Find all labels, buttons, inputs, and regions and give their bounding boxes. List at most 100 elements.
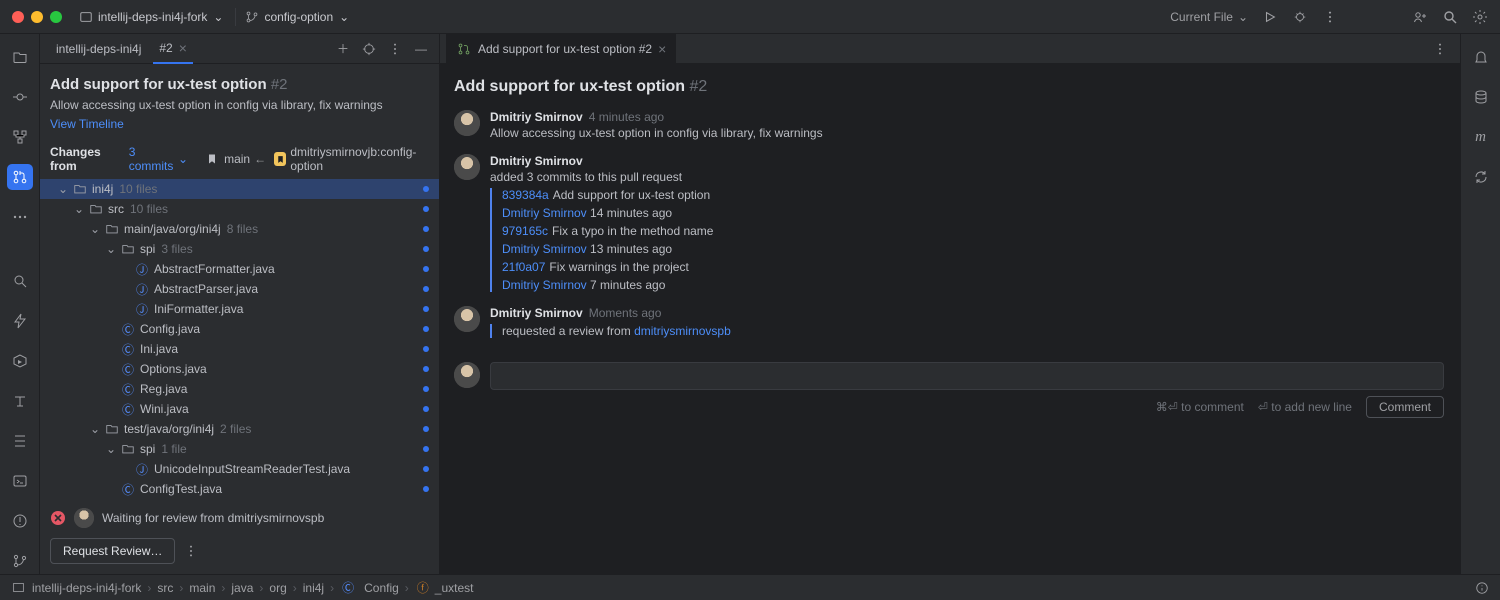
commits-dropdown[interactable]: 3 commits <box>129 145 188 173</box>
breadcrumb-item[interactable]: ini4j <box>303 581 324 595</box>
editor-tab-label: Add support for ux-test option #2 <box>478 42 652 56</box>
add-icon[interactable]: ＋ <box>335 41 351 57</box>
tree-folder[interactable]: ⌄test/java/org/ini4j2 files <box>40 419 439 439</box>
zoom-window[interactable] <box>50 11 62 23</box>
folder-icon <box>104 221 120 237</box>
maven-icon[interactable]: m <box>1468 124 1494 150</box>
pr-title-text: Add support for ux-test option <box>50 76 267 93</box>
minimize-window[interactable] <box>31 11 43 23</box>
pr-number: #2 <box>271 76 288 93</box>
tree-file[interactable]: ⒸConfig.java <box>40 319 439 339</box>
folder-icon <box>72 181 88 197</box>
breadcrumb-item[interactable]: src <box>157 581 173 595</box>
tree-folder[interactable]: ⌄ini4j10 files <box>40 179 439 199</box>
more-icon[interactable] <box>1432 41 1448 57</box>
breadcrumb-item[interactable]: ⓕ_uxtest <box>415 580 474 596</box>
reviewer-link[interactable]: dmitriysmirnovspb <box>634 324 731 338</box>
activity-review-request: Dmitriy SmirnovMoments ago requested a r… <box>454 306 1444 338</box>
pull-request-icon <box>456 41 472 57</box>
comment-hints: ⌘⏎ to comment ⏎ to add new line Comment <box>454 396 1444 418</box>
request-review-button[interactable]: Request Review… <box>50 538 175 564</box>
more-icon[interactable] <box>387 41 403 57</box>
structure-tool-icon[interactable] <box>7 124 33 150</box>
tree-file[interactable]: ⒸReg.java <box>40 379 439 399</box>
tree-folder[interactable]: ⌄spi3 files <box>40 239 439 259</box>
review-status-row: Waiting for review from dmitriysmirnovsp… <box>40 498 439 538</box>
tree-file[interactable]: ⒸOptions.java <box>40 359 439 379</box>
tree-folder[interactable]: ⌄main/java/org/ini4j8 files <box>40 219 439 239</box>
more-icon[interactable] <box>183 543 199 559</box>
bookmarks-tool-icon[interactable] <box>7 428 33 454</box>
debug-icon[interactable] <box>1292 9 1308 25</box>
search-icon[interactable] <box>1442 9 1458 25</box>
actions-tool-icon[interactable] <box>7 308 33 334</box>
project-tool-icon[interactable] <box>7 44 33 70</box>
editor-tabs: Add support for ux-test option #2 × <box>440 34 1460 64</box>
minimize-icon[interactable]: — <box>413 41 429 57</box>
tree-file[interactable]: ⒸIni.java <box>40 339 439 359</box>
commit-entry[interactable]: 979165cFix a typo in the method name <box>502 224 1444 238</box>
view-timeline-link[interactable]: View Timeline <box>50 117 124 131</box>
review-request-line: requested a review from dmitriysmirnovsp… <box>490 324 1444 338</box>
git-tool-icon[interactable] <box>7 548 33 574</box>
editor-panel: Add support for ux-test option #2 × Add … <box>440 34 1460 574</box>
run-config-selector[interactable]: Current File <box>1170 10 1248 24</box>
settings-icon[interactable] <box>1472 9 1488 25</box>
breadcrumb-item[interactable]: main <box>189 581 215 595</box>
refresh-icon[interactable] <box>1468 164 1494 190</box>
comment-input[interactable] <box>490 362 1444 390</box>
tree-folder[interactable]: ⌄spi1 file <box>40 439 439 459</box>
typography-tool-icon[interactable] <box>7 388 33 414</box>
changes-label: Changes from <box>50 145 121 173</box>
close-icon[interactable]: × <box>658 42 666 56</box>
file-tree[interactable]: ⌄ini4j10 files ⌄src10 files ⌄main/java/o… <box>40 179 439 498</box>
commit-entry[interactable]: 839384aAdd support for ux-test option <box>502 188 1444 202</box>
pull-requests-tool-icon[interactable] <box>7 164 33 190</box>
tree-file[interactable]: ⒿAbstractParser.java <box>40 279 439 299</box>
close-window[interactable] <box>12 11 24 23</box>
status-info-icon[interactable] <box>1474 580 1490 596</box>
breadcrumb-item[interactable]: java <box>231 581 253 595</box>
right-tool-strip: m <box>1460 34 1500 574</box>
breadcrumb-item[interactable]: org <box>269 581 286 595</box>
tab-pr[interactable]: #2 × <box>153 34 193 64</box>
find-tool-icon[interactable] <box>7 268 33 294</box>
run-icon[interactable] <box>1262 9 1278 25</box>
target-icon[interactable] <box>361 41 377 57</box>
base-branch-chip[interactable]: main ← <box>204 151 266 167</box>
tree-file[interactable]: ⒿIniFormatter.java <box>40 299 439 319</box>
problems-tool-icon[interactable] <box>7 508 33 534</box>
close-icon[interactable]: × <box>179 41 187 55</box>
tree-file[interactable]: ⒿAbstractFormatter.java <box>40 259 439 279</box>
commit-tool-icon[interactable] <box>7 84 33 110</box>
modified-dot <box>423 306 429 312</box>
branch-name: config-option <box>264 10 333 24</box>
more-tools-icon[interactable] <box>7 204 33 230</box>
services-tool-icon[interactable] <box>7 348 33 374</box>
database-icon[interactable] <box>1468 84 1494 110</box>
commit-entry[interactable]: 21f0a07Fix warnings in the project <box>502 260 1444 274</box>
notifications-icon[interactable] <box>1468 44 1494 70</box>
tree-file[interactable]: ⒸConfigTest.java <box>40 479 439 498</box>
head-branch-chip[interactable]: dmitriysmirnovjb:config-option <box>274 145 429 173</box>
project-selector[interactable]: intellij-deps-ini4j-fork <box>94 7 227 27</box>
editor-tab[interactable]: Add support for ux-test option #2 × <box>446 34 676 64</box>
project-name: intellij-deps-ini4j-fork <box>98 10 207 24</box>
code-with-me-icon[interactable] <box>1412 9 1428 25</box>
author-avatar <box>454 306 480 332</box>
tree-file[interactable]: ⒿUnicodeInputStreamReaderTest.java <box>40 459 439 479</box>
pr-subtitle: Allow accessing ux-test option in config… <box>50 98 429 112</box>
breadcrumb-item[interactable]: intellij-deps-ini4j-fork <box>32 581 141 595</box>
terminal-tool-icon[interactable] <box>7 468 33 494</box>
comment-button[interactable]: Comment <box>1366 396 1444 418</box>
tree-file[interactable]: ⒸWini.java <box>40 399 439 419</box>
pr-title: Add support for ux-test option #2 <box>50 76 429 93</box>
modified-dot <box>423 426 429 432</box>
breadcrumb-item[interactable]: ⒸConfig <box>340 580 399 596</box>
branch-selector[interactable]: config-option <box>260 7 353 27</box>
more-icon[interactable] <box>1322 9 1338 25</box>
tree-folder[interactable]: ⌄src10 files <box>40 199 439 219</box>
tab-repo[interactable]: intellij-deps-ini4j <box>50 34 147 64</box>
modified-dot <box>423 206 429 212</box>
review-status-text: Waiting for review from dmitriysmirnovsp… <box>102 511 324 525</box>
